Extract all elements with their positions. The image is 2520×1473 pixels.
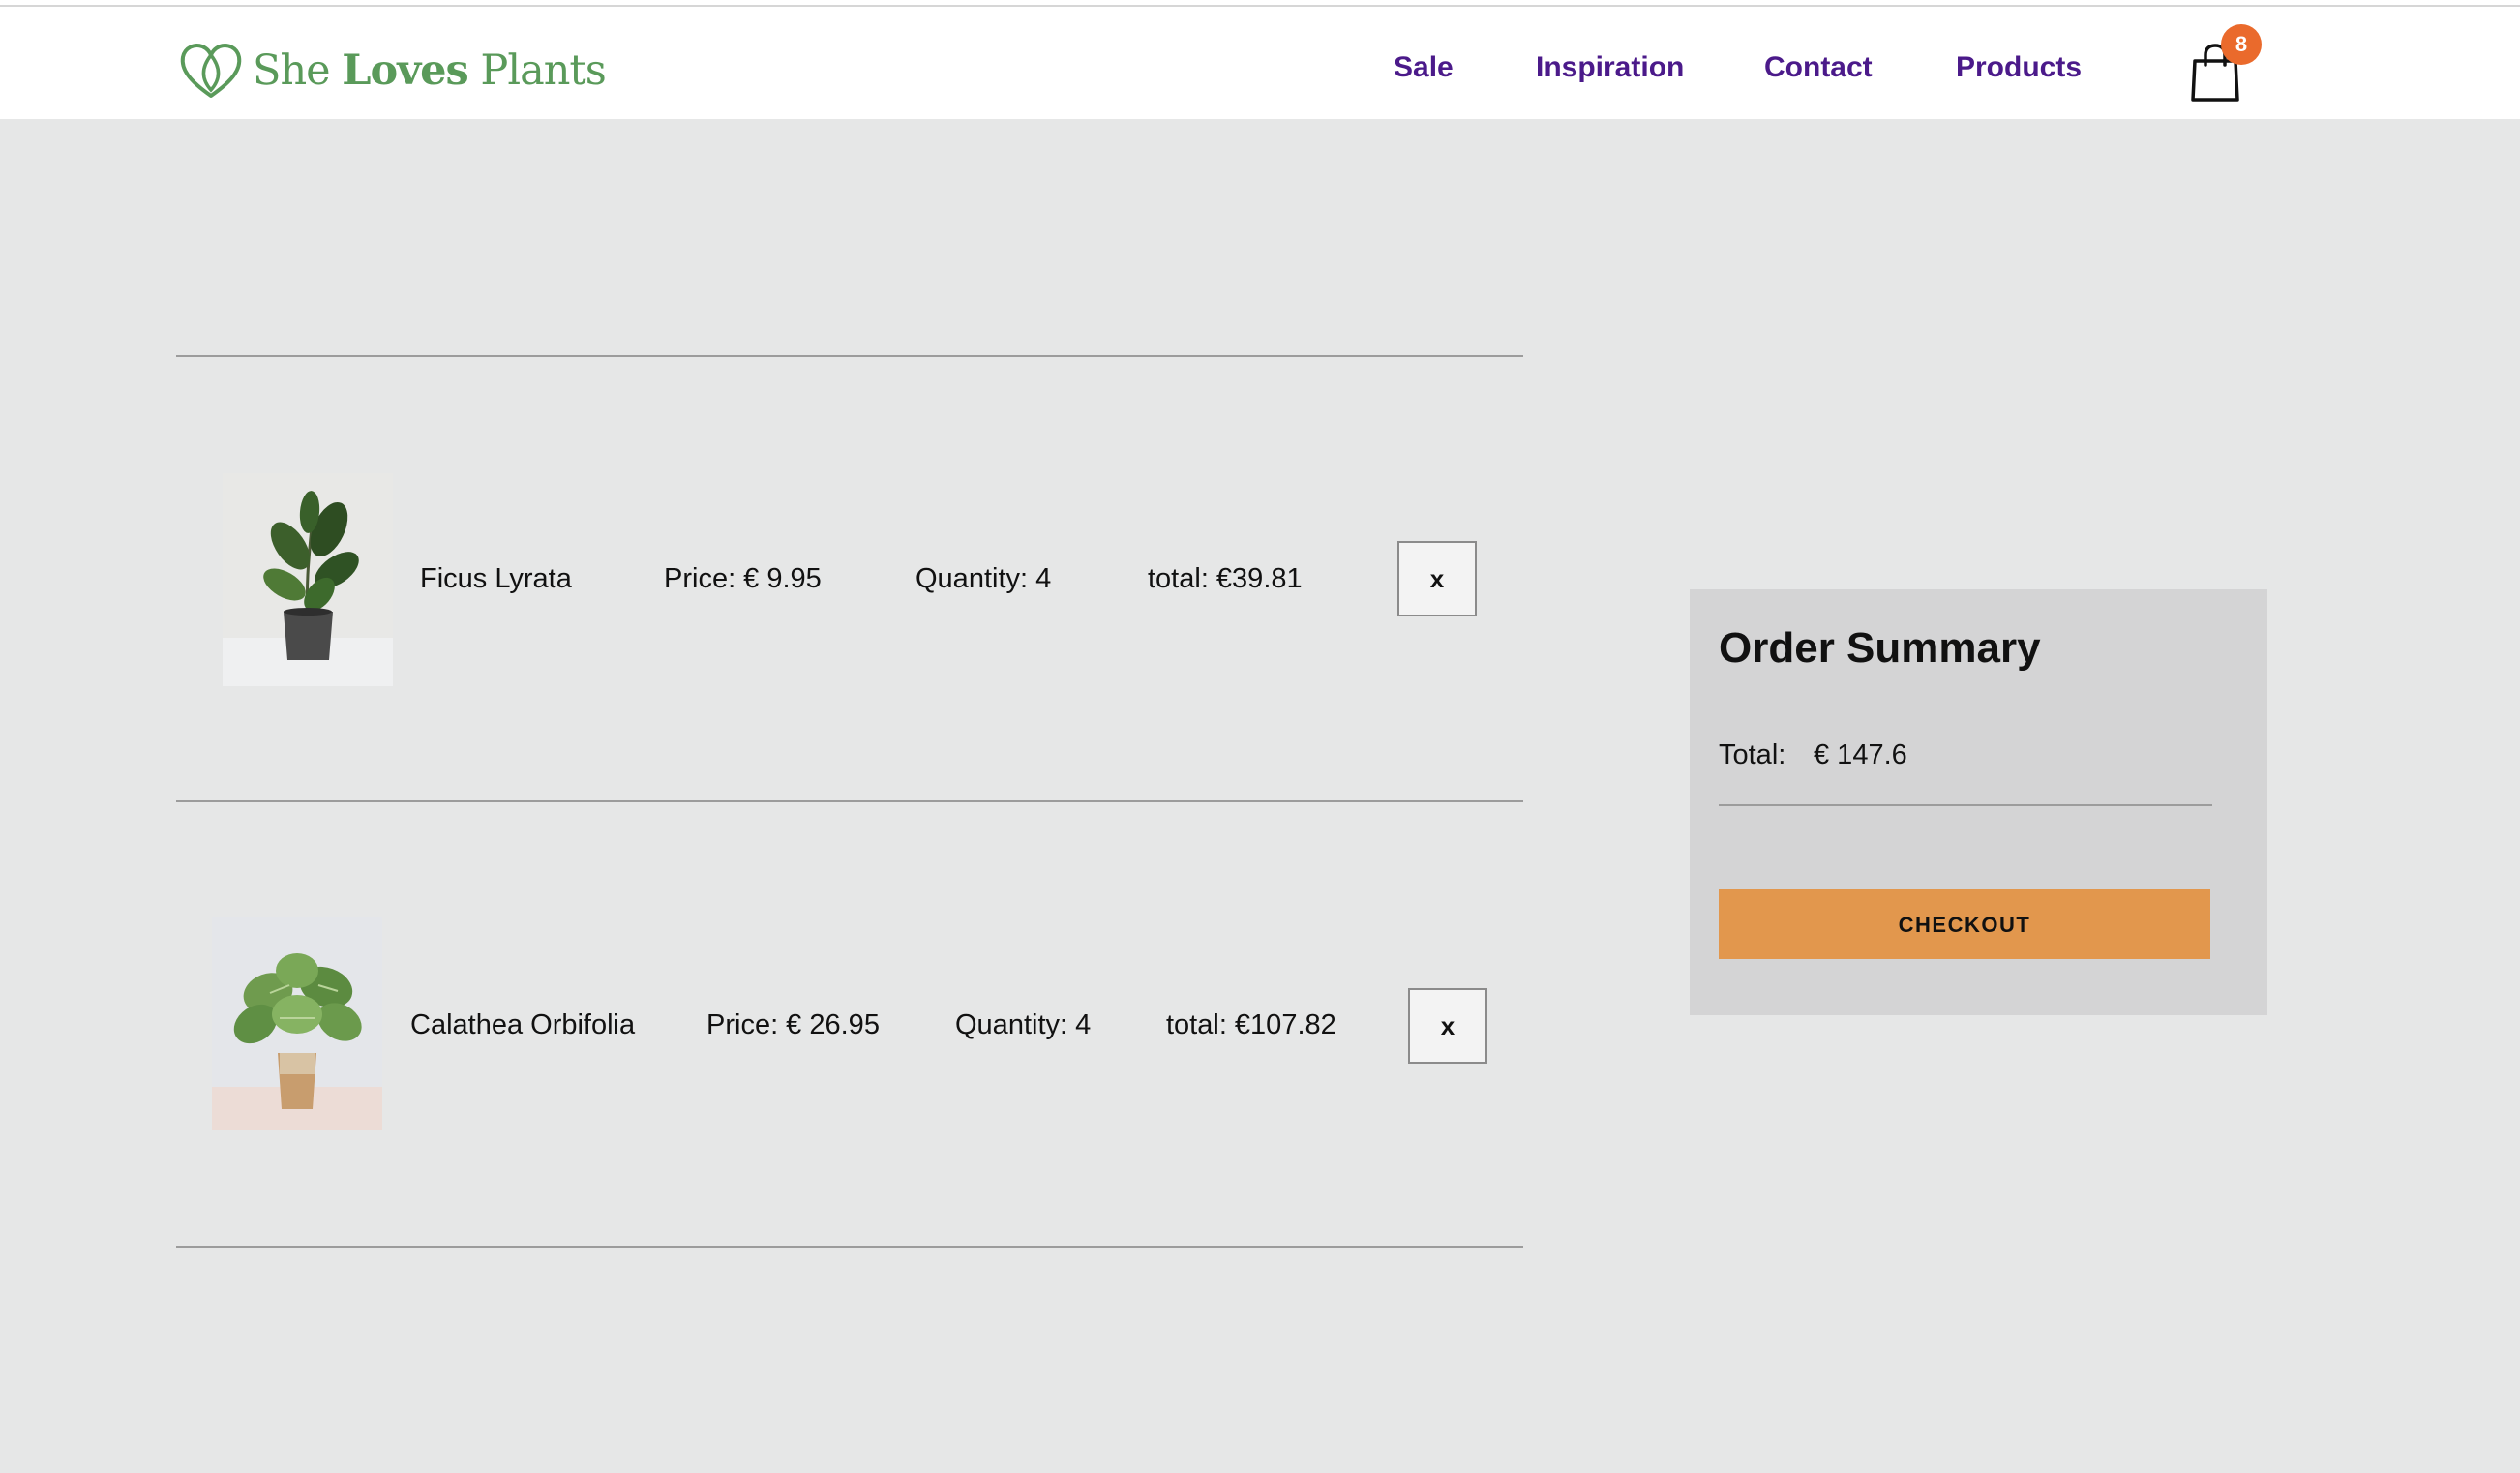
nav-link-contact[interactable]: Contact — [1764, 51, 1873, 84]
order-summary-title: Order Summary — [1719, 624, 2041, 672]
item-total: total: €107.82 — [1166, 1009, 1336, 1040]
item-quantity: Quantity: 4 — [955, 1009, 1092, 1040]
cart-count-badge: 8 — [2221, 24, 2262, 65]
item-price: Price: € 26.95 — [706, 1009, 880, 1040]
summary-divider — [1719, 804, 2212, 806]
checkout-button[interactable]: CHECKOUT — [1719, 889, 2210, 959]
item-name: Ficus Lyrata — [420, 563, 572, 594]
order-total-value: € 147.6 — [1814, 739, 1907, 770]
item-quantity: Quantity: 4 — [915, 563, 1052, 594]
item-total: total: €39.81 — [1148, 563, 1303, 594]
order-summary-panel: Order Summary Total: € 147.6 CHECKOUT — [1690, 589, 2267, 1015]
nav-link-inspiration[interactable]: Inspiration — [1536, 51, 1684, 84]
site-header: She Loves Plants Sale Inspiration Contac… — [0, 7, 2520, 119]
cart-divider-top — [176, 355, 1523, 357]
item-name: Calathea Orbifolia — [410, 1009, 636, 1040]
order-total-label: Total: — [1719, 739, 1786, 770]
top-border — [0, 0, 2520, 7]
ficus-lyrata-image — [223, 473, 393, 686]
nav-link-products[interactable]: Products — [1956, 51, 2082, 84]
cart-divider-bottom — [176, 1246, 1523, 1248]
item-price: Price: € 9.95 — [664, 563, 822, 594]
calathea-orbifolia-image — [212, 917, 382, 1130]
cart-divider-middle — [176, 800, 1523, 802]
remove-item-button[interactable]: x — [1397, 541, 1477, 616]
remove-item-button[interactable]: x — [1408, 988, 1487, 1064]
nav-link-sale[interactable]: Sale — [1394, 51, 1454, 84]
main-nav: Sale Inspiration Contact Products — [0, 7, 2520, 119]
